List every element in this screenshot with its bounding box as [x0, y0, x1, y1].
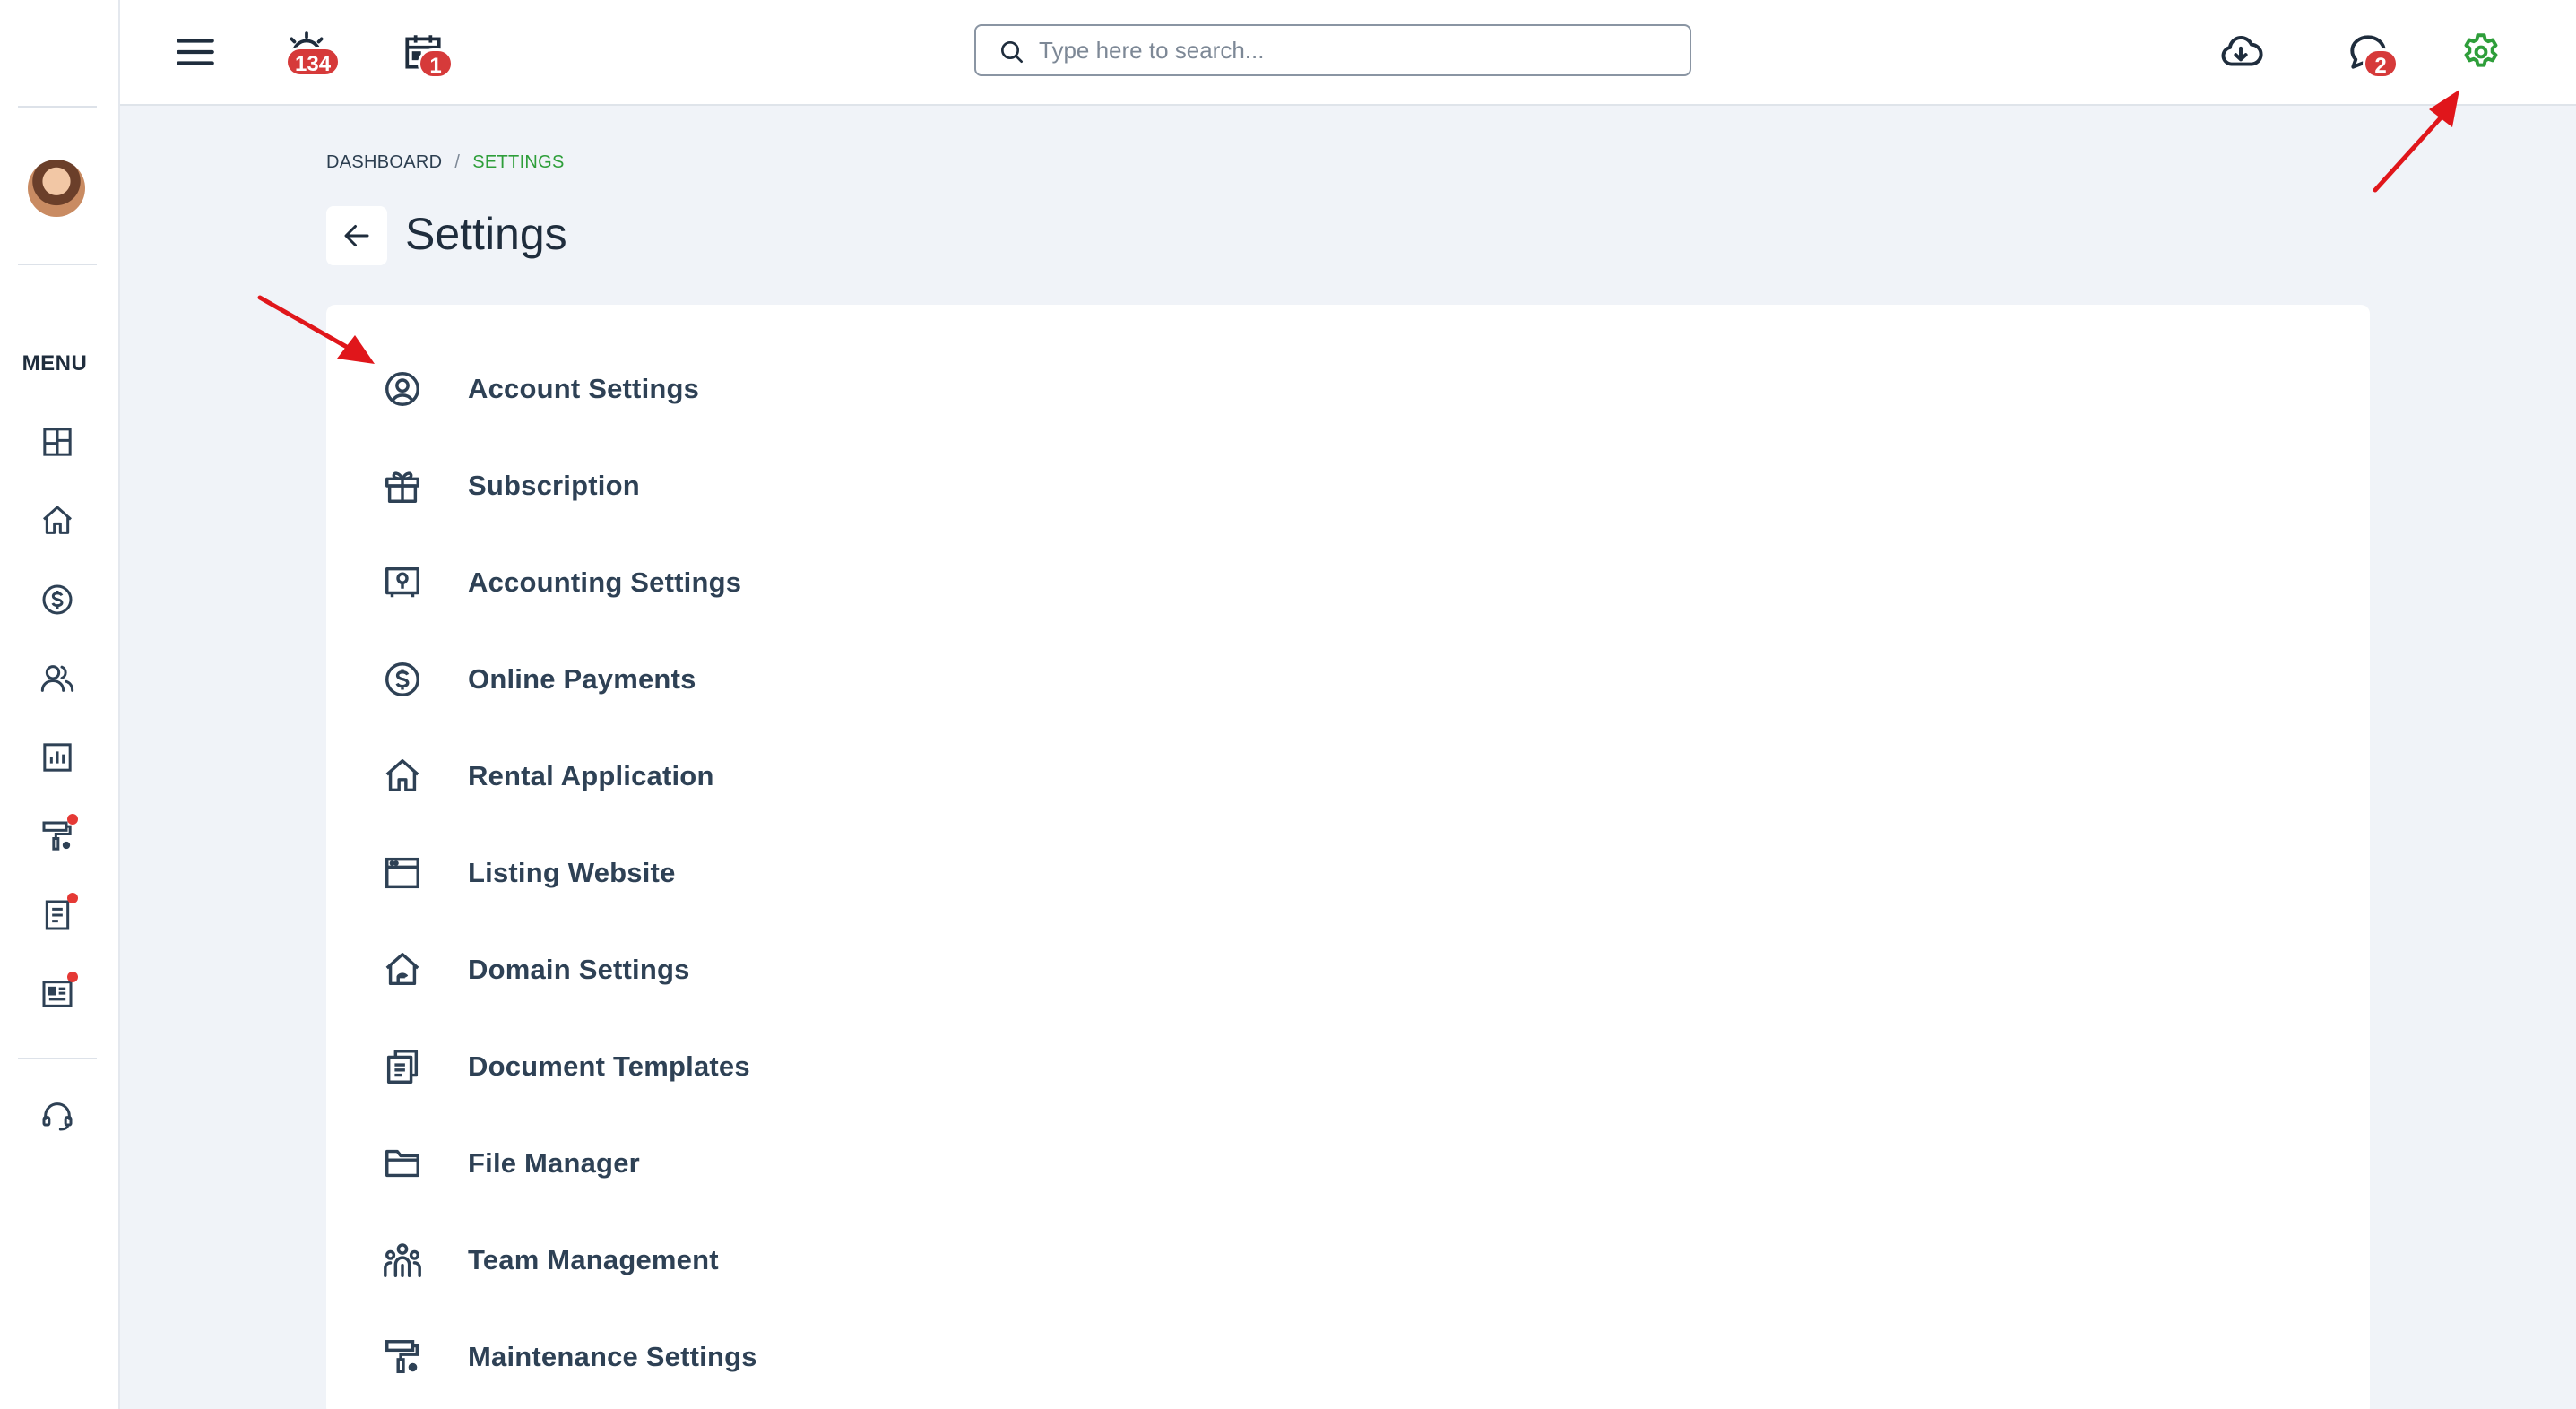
settings-item-accounting[interactable]: Accounting Settings — [380, 556, 1187, 609]
settings-item-label: Document Templates — [468, 1050, 750, 1082]
paint-roller-icon — [385, 1340, 419, 1374]
sidebar-item-reports[interactable] — [35, 735, 80, 780]
settings-item-subscription[interactable]: Subscription — [380, 459, 1187, 513]
sidebar-item-accounting[interactable] — [35, 577, 80, 622]
settings-item-listing-website[interactable]: Listing Website — [380, 846, 1187, 900]
folder-icon — [385, 1149, 419, 1178]
settings-item-label: Rental Application — [468, 760, 714, 791]
user-circle-icon — [385, 372, 419, 406]
settings-item-label: Online Payments — [468, 663, 696, 695]
home-icon — [385, 759, 419, 792]
sidebar-item-documents[interactable] — [35, 893, 80, 938]
settings-item-label: Maintenance Settings — [468, 1341, 757, 1372]
settings-item-label: File Manager — [468, 1147, 640, 1179]
accounting-icon — [385, 566, 419, 598]
messages-button[interactable]: 2 — [2339, 23, 2399, 81]
sidebar-item-properties[interactable] — [35, 498, 80, 543]
sidebar-item-people[interactable] — [35, 656, 80, 701]
settings-item-document-templates[interactable]: Document Templates — [380, 1040, 1187, 1093]
menu-toggle-button[interactable] — [167, 23, 224, 81]
sidebar-item-support[interactable] — [35, 1093, 80, 1138]
top-bar: 134 1 2 — [120, 0, 2576, 106]
breadcrumb-dashboard[interactable]: DASHBOARD — [326, 152, 442, 172]
notification-dot — [67, 893, 78, 903]
settings-button[interactable] — [2452, 23, 2510, 81]
sidebar-item-listings[interactable] — [35, 972, 80, 1016]
alerts-button[interactable]: 134 — [278, 23, 341, 81]
settings-item-file-manager[interactable]: File Manager — [380, 1137, 1187, 1190]
annotation-arrow-settings — [2373, 90, 2459, 193]
settings-item-label: Account Settings — [468, 373, 700, 404]
search-input[interactable] — [1039, 36, 1690, 65]
settings-item-team-management[interactable]: Team Management — [380, 1233, 1187, 1287]
users-icon — [40, 665, 74, 692]
settings-item-online-payments[interactable]: Online Payments — [380, 653, 1187, 706]
sidebar-item-dashboard[interactable] — [35, 419, 80, 464]
home-icon — [43, 506, 72, 534]
menu-label: MENU — [22, 351, 88, 376]
messages-badge: 2 — [2363, 48, 2399, 79]
browser-window-icon — [385, 857, 419, 889]
cloud-download-icon — [2221, 36, 2263, 66]
documents-icon — [386, 1050, 419, 1084]
sidebar-item-maintenance[interactable] — [35, 814, 80, 859]
back-button[interactable] — [326, 206, 387, 265]
gear-icon — [2464, 33, 2498, 67]
sidebar-divider — [18, 106, 97, 108]
hamburger-icon — [177, 39, 214, 65]
alerts-badge: 134 — [285, 47, 341, 77]
settings-item-maintenance[interactable]: Maintenance Settings — [380, 1330, 1187, 1384]
settings-item-rental-application[interactable]: Rental Application — [380, 749, 1187, 803]
breadcrumb: DASHBOARD / SETTINGS — [326, 152, 565, 173]
notification-dot — [67, 814, 78, 825]
settings-item-domain[interactable]: Domain Settings — [380, 943, 1187, 997]
search-box[interactable] — [974, 24, 1691, 76]
dollar-circle-icon — [385, 662, 419, 696]
settings-item-label: Domain Settings — [468, 954, 690, 985]
team-icon — [384, 1243, 421, 1277]
settings-item-account[interactable]: Account Settings — [380, 362, 1187, 416]
headset-icon — [42, 1102, 73, 1131]
search-icon — [1001, 41, 1023, 63]
settings-item-label: Team Management — [468, 1244, 719, 1275]
arrow-left-icon — [344, 225, 369, 246]
breadcrumb-separator: / — [454, 152, 461, 172]
sidebar-divider — [18, 264, 97, 265]
download-button[interactable] — [2212, 23, 2269, 81]
settings-item-label: Accounting Settings — [468, 566, 742, 598]
page-title: Settings — [405, 209, 567, 259]
settings-item-label: Subscription — [468, 470, 640, 501]
avatar[interactable] — [28, 160, 85, 217]
dollar-circle-icon — [42, 584, 73, 615]
settings-card: Account Settings Subscription Accounting… — [326, 305, 2370, 1409]
notification-dot — [67, 972, 78, 982]
chart-icon — [43, 743, 72, 772]
breadcrumb-settings: SETTINGS — [472, 152, 565, 172]
domain-home-icon — [385, 953, 419, 986]
sidebar-divider — [18, 1058, 97, 1059]
calendar-button[interactable]: 1 — [394, 23, 454, 81]
annotation-arrow-account — [257, 295, 375, 364]
calendar-badge: 1 — [418, 48, 454, 79]
settings-item-label: Listing Website — [468, 857, 676, 888]
gift-icon — [385, 471, 419, 503]
sidebar: MENU — [0, 0, 120, 1409]
dashboard-grid-icon — [43, 428, 72, 456]
